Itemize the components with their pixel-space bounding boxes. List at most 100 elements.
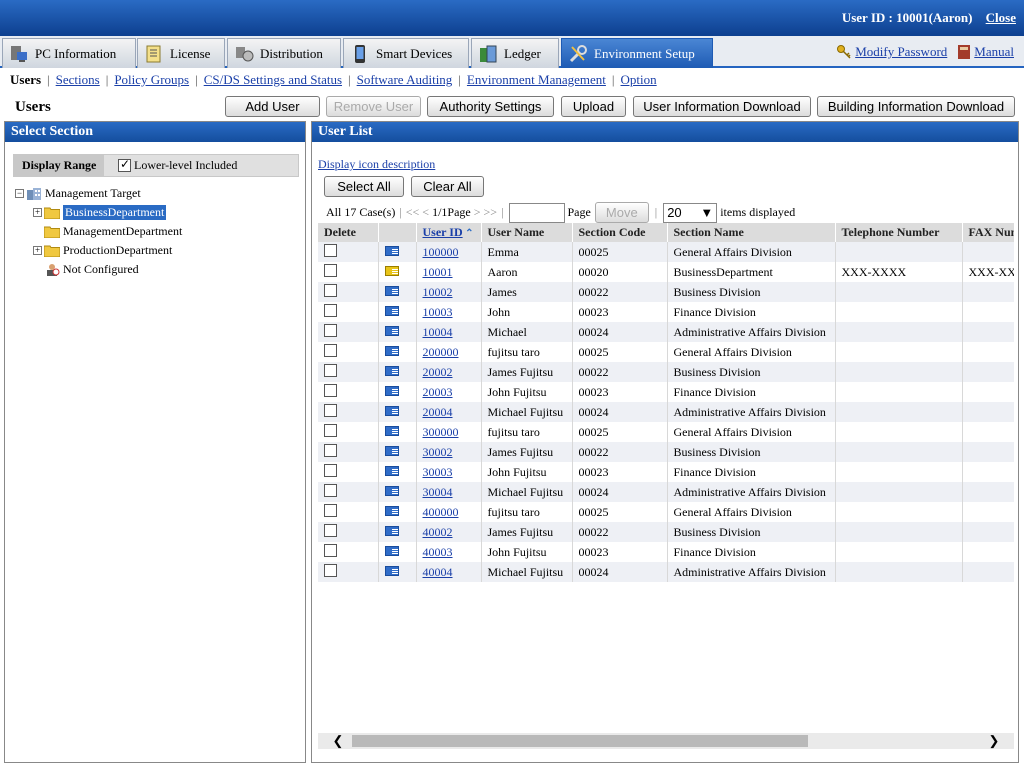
user-id-link[interactable]: 100000	[423, 245, 459, 259]
subnav-policy-groups[interactable]: Policy Groups	[114, 72, 189, 87]
items-per-page-select[interactable]: 20 ▼	[663, 202, 718, 223]
user-id-link[interactable]: 400000	[423, 505, 459, 519]
authority-settings-button[interactable]: Authority Settings	[427, 96, 554, 117]
user-card-icon	[384, 445, 399, 456]
sort-user-id-link[interactable]: User ID	[423, 225, 463, 239]
col-user-id[interactable]: User ID ⌃	[416, 223, 482, 242]
delete-checkbox[interactable]	[324, 263, 337, 277]
user-information-download-button[interactable]: User Information Download	[633, 96, 811, 117]
tree-node-production-department[interactable]: + ProductionDepartment	[33, 241, 172, 259]
delete-checkbox[interactable]	[324, 443, 337, 457]
building-information-download-button[interactable]: Building Information Download	[817, 96, 1015, 117]
remove-user-button[interactable]: Remove User	[326, 96, 421, 117]
user-id-link[interactable]: 300000	[423, 425, 459, 439]
subnav-users[interactable]: Users	[10, 72, 41, 87]
tree-node-management-department[interactable]: ManagementDepartment	[44, 222, 182, 240]
delete-checkbox[interactable]	[324, 423, 337, 437]
page-indicator: 1/1Page	[432, 205, 471, 219]
icon-cell	[378, 402, 417, 422]
delete-checkbox[interactable]	[324, 543, 337, 557]
user-id-link[interactable]: 10004	[423, 325, 453, 339]
delete-checkbox[interactable]	[324, 283, 337, 297]
telephone-cell	[835, 402, 963, 422]
move-button[interactable]: Move	[594, 202, 649, 223]
clear-all-button[interactable]: Clear All	[411, 176, 484, 197]
delete-checkbox[interactable]	[324, 383, 337, 397]
tab-license[interactable]: License	[137, 38, 225, 68]
subnav-option[interactable]: Option	[621, 72, 657, 87]
select-all-button[interactable]: Select All	[324, 176, 404, 197]
section-code-cell: 00025	[572, 422, 668, 442]
user-id-cell: 400000	[416, 502, 482, 522]
prev-page-button[interactable]: <	[422, 205, 429, 220]
user-id-link[interactable]: 30004	[423, 485, 453, 499]
delete-checkbox[interactable]	[324, 343, 337, 357]
tree-node-label: Management Target	[45, 185, 141, 200]
user-id-link[interactable]: 200000	[423, 345, 459, 359]
close-link[interactable]: Close	[986, 10, 1016, 25]
expand-icon[interactable]: +	[33, 207, 42, 217]
telephone-cell	[835, 482, 963, 502]
delete-checkbox[interactable]	[324, 363, 337, 377]
delete-checkbox[interactable]	[324, 403, 337, 417]
next-page-button[interactable]: >	[474, 205, 481, 220]
telephone-cell	[835, 502, 963, 522]
tab-pc-information[interactable]: PC Information	[2, 38, 136, 68]
user-id-link[interactable]: 40003	[423, 545, 453, 559]
subnav-environment-management[interactable]: Environment Management	[467, 72, 606, 87]
scrollbar-thumb[interactable]	[352, 735, 808, 747]
tab-smart-devices[interactable]: Smart Devices	[343, 38, 469, 68]
delete-checkbox[interactable]	[324, 503, 337, 517]
user-id-link[interactable]: 20002	[423, 365, 453, 379]
subnav-software-auditing[interactable]: Software Auditing	[357, 72, 453, 87]
subnav-csds-settings[interactable]: CS/DS Settings and Status	[204, 72, 342, 87]
display-icon-description-link[interactable]: Display icon description	[318, 157, 435, 172]
user-id-link[interactable]: 20004	[423, 405, 453, 419]
user-id-link[interactable]: 10001	[423, 265, 453, 279]
modify-password-link[interactable]: Modify Password	[855, 44, 947, 60]
expand-icon[interactable]: +	[33, 245, 42, 255]
select-section-panel: Select Section Display Range Lower-level…	[4, 121, 306, 763]
upload-button[interactable]: Upload	[561, 96, 626, 117]
manual-link[interactable]: Manual	[974, 44, 1014, 60]
tab-environment-setup[interactable]: Environment Setup	[561, 38, 713, 68]
fax-cell	[962, 282, 1014, 302]
lower-level-included-checkbox[interactable]	[118, 157, 131, 172]
delete-checkbox[interactable]	[324, 563, 337, 577]
delete-checkbox[interactable]	[324, 323, 337, 337]
horizontal-scrollbar[interactable]: ❮ ❯	[318, 733, 1014, 749]
pager: All 17 Case(s) | << < 1/1Page > >> | Pag…	[326, 202, 795, 223]
tree-node-not-configured[interactable]: Not Configured	[44, 260, 139, 278]
first-page-button[interactable]: <<	[406, 205, 420, 220]
lower-level-included-option[interactable]: Lower-level Included	[118, 157, 238, 173]
page-number-input[interactable]	[509, 202, 566, 223]
tree-node-management-target[interactable]: − Management Target	[15, 184, 141, 202]
smart-device-icon	[355, 44, 365, 63]
add-user-button[interactable]: Add User	[225, 96, 320, 117]
user-id-link[interactable]: 30003	[423, 465, 453, 479]
user-name-cell: James Fujitsu	[481, 362, 573, 382]
section-name-cell: Administrative Affairs Division	[667, 402, 836, 422]
last-page-button[interactable]: >>	[484, 205, 498, 220]
user-id-link[interactable]: 10003	[423, 305, 453, 319]
tab-ledger[interactable]: Ledger	[471, 38, 559, 68]
delete-checkbox[interactable]	[324, 483, 337, 497]
icon-cell	[378, 282, 417, 302]
subnav-sections[interactable]: Sections	[56, 72, 100, 87]
delete-checkbox[interactable]	[324, 523, 337, 537]
fax-cell	[962, 242, 1014, 262]
delete-checkbox[interactable]	[324, 303, 337, 317]
user-id-link[interactable]: 20003	[423, 385, 453, 399]
lower-level-included-label: Lower-level Included	[134, 158, 238, 172]
tab-distribution[interactable]: Distribution	[227, 38, 341, 68]
user-id-link[interactable]: 40004	[423, 565, 453, 579]
user-id-link[interactable]: 40002	[423, 525, 453, 539]
collapse-icon[interactable]: −	[15, 188, 24, 198]
user-id-link[interactable]: 10002	[423, 285, 453, 299]
delete-checkbox[interactable]	[324, 243, 337, 257]
delete-checkbox[interactable]	[324, 463, 337, 477]
scroll-right-icon[interactable]: ❯	[984, 733, 1004, 749]
user-id-link[interactable]: 30002	[423, 445, 453, 459]
scroll-left-icon[interactable]: ❮	[328, 733, 348, 749]
tree-node-business-department[interactable]: + BusinessDepartment	[33, 203, 167, 221]
